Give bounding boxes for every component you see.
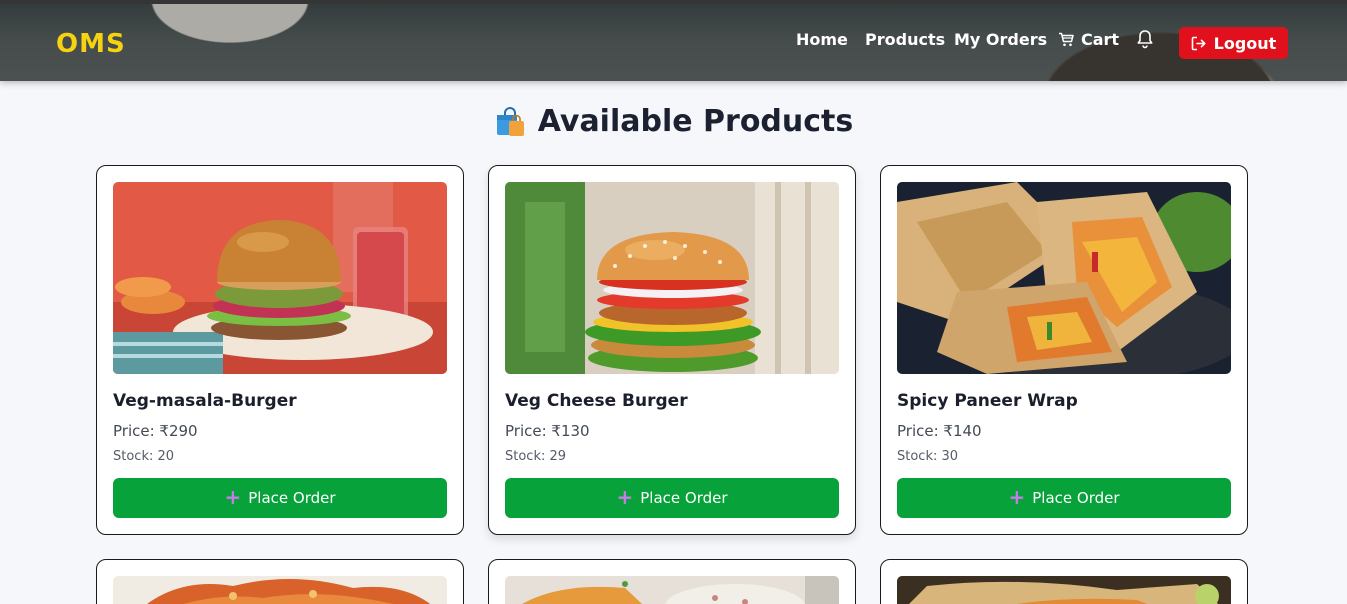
product-price: Price: ₹290 xyxy=(113,422,198,440)
shopping-bag-icon xyxy=(496,106,524,136)
place-order-button[interactable]: + Place Order xyxy=(897,478,1231,518)
product-image xyxy=(897,576,1231,604)
product-card: Veg Cheese Burger Price: ₹130 Stock: 29 … xyxy=(488,165,856,535)
nav-home-link[interactable]: Home xyxy=(796,30,848,49)
product-name: Veg Cheese Burger xyxy=(505,391,688,411)
product-card xyxy=(488,559,856,604)
logout-icon xyxy=(1191,36,1206,50)
product-name: Spicy Paneer Wrap xyxy=(897,391,1078,411)
place-order-label: Place Order xyxy=(1032,489,1120,507)
product-stock: Stock: 29 xyxy=(505,449,567,464)
product-card: Veg-masala-Burger Price: ₹290 Stock: 20 … xyxy=(96,165,464,535)
product-price: Price: ₹130 xyxy=(505,422,590,440)
logout-button[interactable]: Logout xyxy=(1179,27,1288,59)
place-order-label: Place Order xyxy=(640,489,728,507)
product-image xyxy=(113,576,447,604)
nav-cart-link[interactable]: Cart xyxy=(1058,30,1119,49)
place-order-label: Place Order xyxy=(248,489,336,507)
cart-icon xyxy=(1059,32,1074,47)
plus-icon: + xyxy=(616,485,634,509)
product-card: Spicy Paneer Wrap Price: ₹140 Stock: 30 … xyxy=(880,165,1248,535)
brand-logo[interactable]: OMS xyxy=(56,29,126,59)
place-order-button[interactable]: + Place Order xyxy=(113,478,447,518)
plus-icon: + xyxy=(224,485,242,509)
product-image-veg-cheese-burger xyxy=(505,182,839,374)
product-card xyxy=(880,559,1248,604)
page-title: Available Products xyxy=(537,104,854,139)
product-image-veg-masala-burger xyxy=(113,182,447,374)
nav-products-link[interactable]: Products xyxy=(865,30,945,49)
plus-icon: + xyxy=(1008,485,1026,509)
product-name: Veg-masala-Burger xyxy=(113,391,297,411)
notification-bell-icon[interactable] xyxy=(1136,29,1154,49)
product-stock: Stock: 20 xyxy=(113,449,175,464)
product-card xyxy=(96,559,464,604)
page-header: Available Products xyxy=(0,104,1347,139)
nav-my-orders-link[interactable]: My Orders xyxy=(954,30,1047,49)
navbar: OMS Home Products My Orders Cart Logout xyxy=(0,0,1347,81)
product-image xyxy=(505,576,839,604)
place-order-button[interactable]: + Place Order xyxy=(505,478,839,518)
product-image-spicy-paneer-wrap xyxy=(897,182,1231,374)
cart-label: Cart xyxy=(1081,30,1120,49)
product-price: Price: ₹140 xyxy=(897,422,982,440)
logout-label: Logout xyxy=(1213,33,1277,53)
product-stock: Stock: 30 xyxy=(897,449,959,464)
